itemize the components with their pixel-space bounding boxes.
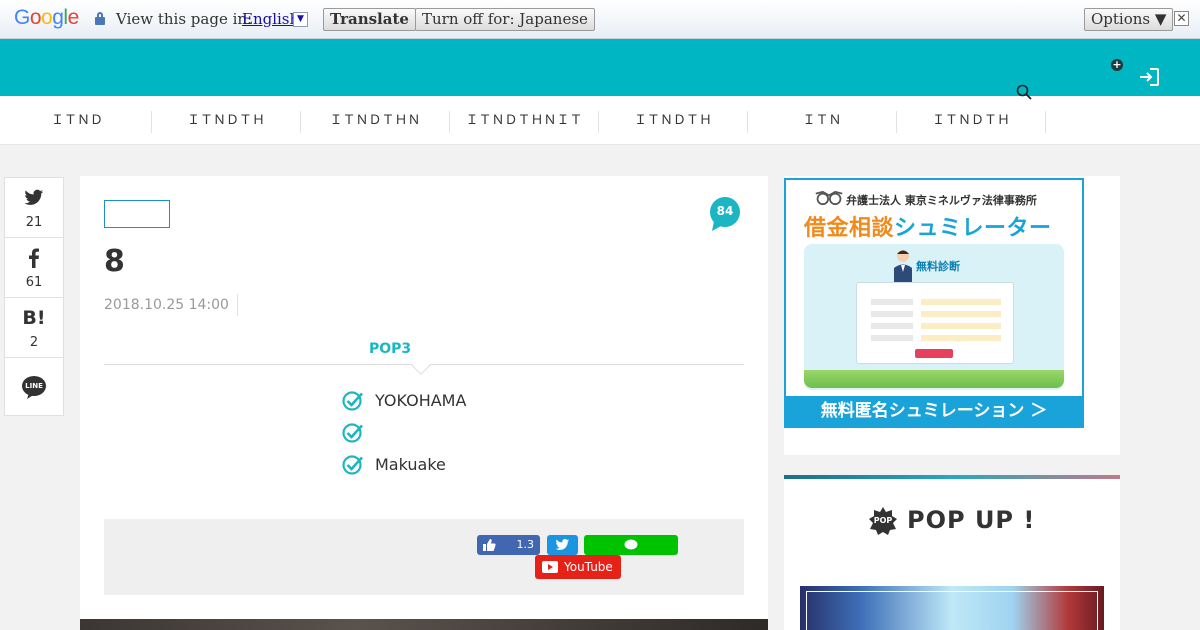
youtube-label: YouTube xyxy=(564,560,613,574)
person-icon xyxy=(894,250,912,282)
hatena-icon: B! xyxy=(22,307,46,329)
nav-item[interactable]: ＩＴＮＤＴＨ xyxy=(897,111,1046,133)
logo-letter: e xyxy=(67,6,80,29)
line-icon xyxy=(624,539,638,550)
ad-headline-b: シュミレーター xyxy=(894,216,1052,241)
logo-letter: o xyxy=(41,6,53,29)
youtube-subscribe-button[interactable]: YouTube xyxy=(535,555,621,579)
pop-heading: POP3 xyxy=(369,341,412,357)
translate-prompt: View this page in: xyxy=(116,10,253,28)
share-sidebar: 21 61 B! 2 LINE xyxy=(4,177,64,416)
comment-count: 84 xyxy=(716,204,734,218)
line-label: LINE xyxy=(25,382,43,390)
google-logo: Google xyxy=(14,6,79,30)
hatena-share[interactable]: B! 2 xyxy=(5,298,63,358)
logo-letter: g xyxy=(52,6,64,29)
logo-letter: o xyxy=(29,6,42,29)
chevron-down-icon[interactable]: ▼ xyxy=(293,12,308,27)
twitter-icon xyxy=(24,189,44,205)
popup-stripe xyxy=(784,475,1120,479)
facebook-share[interactable]: 61 xyxy=(5,238,63,298)
youtube-icon xyxy=(542,561,558,573)
nav-item[interactable]: ＩＴＮＤＴＨＮ xyxy=(301,111,450,133)
nav-item[interactable]: ＩＴＮＤ xyxy=(3,111,152,133)
search-icon[interactable] xyxy=(1016,84,1032,100)
twitter-icon xyxy=(555,539,570,550)
ad-footer-cta[interactable]: 無料匿名シュミレーション ＞ xyxy=(786,396,1082,426)
options-button[interactable]: Options ▼ xyxy=(1084,8,1174,31)
nav-item[interactable]: ＩＴＮＤＴＨ xyxy=(599,111,748,133)
social-share-box xyxy=(104,519,744,595)
twitter-tweet-button[interactable] xyxy=(547,535,578,555)
ad-headline: 借金相談シュミレーター xyxy=(804,210,1052,242)
nav-item[interactable]: ＩＴＮ xyxy=(748,111,897,133)
ad-diagnosis-label: 無料診断 xyxy=(916,260,960,273)
language-select[interactable]: English xyxy=(242,10,299,28)
category-tag[interactable] xyxy=(104,200,170,228)
lock-icon xyxy=(95,12,105,25)
line-share-button[interactable] xyxy=(584,535,678,555)
translate-button[interactable]: Translate xyxy=(323,8,416,31)
check-circle-icon xyxy=(342,423,363,443)
plus-icon[interactable]: + xyxy=(1111,59,1123,71)
article-date: 2018.10.25 14:00 xyxy=(104,297,229,313)
facebook-like-count: 1.3 xyxy=(516,538,535,551)
main-nav: ＩＴＮＤ ＩＴＮＤＴＨ ＩＴＮＤＴＨＮ ＩＴＮＤＴＨＮＩＴ ＩＴＮＤＴＨ ＩＴＮ… xyxy=(0,96,1200,145)
close-icon[interactable]: ✕ xyxy=(1174,11,1189,26)
popup-featured-image[interactable] xyxy=(800,586,1104,630)
line-share[interactable]: LINE xyxy=(5,358,63,418)
facebook-icon xyxy=(29,248,39,268)
owl-logo-icon xyxy=(815,190,843,206)
check-circle-icon xyxy=(342,455,363,475)
twitter-share[interactable]: 21 xyxy=(5,178,63,238)
facebook-count: 61 xyxy=(25,275,43,290)
ad-firm-name: 弁護士法人 東京ミネルヴァ法律事務所 xyxy=(846,194,1037,207)
check-circle-icon xyxy=(342,391,363,411)
article-image xyxy=(80,619,768,630)
facebook-like-button[interactable]: 1.3 xyxy=(477,535,540,555)
ad-illustration: 無料診断 xyxy=(804,244,1064,390)
translate-bar: Google View this page in: English ▼ Tran… xyxy=(0,0,1200,39)
thumbs-up-icon xyxy=(483,539,496,551)
article-title: 8 xyxy=(104,244,125,279)
popup-title: POP UP ! xyxy=(907,506,1036,534)
turn-off-button[interactable]: Turn off for: Japanese xyxy=(415,8,595,31)
logo-letter: G xyxy=(14,6,30,29)
debt-simulator-ad[interactable]: 弁護士法人 東京ミネルヴァ法律事務所 借金相談シュミレーター 無料診断 無料匿名… xyxy=(784,178,1084,428)
checklist-text: Makuake xyxy=(375,455,446,474)
divider xyxy=(237,294,238,316)
pop-badge-text: POP xyxy=(873,516,893,525)
nav-item[interactable]: ＩＴＮＤＴＨ xyxy=(152,111,301,133)
login-icon[interactable] xyxy=(1138,67,1160,87)
twitter-count: 21 xyxy=(25,215,43,230)
checklist-text: YOKOHAMA xyxy=(375,391,467,410)
ad-form-illustration xyxy=(856,282,1014,364)
ad-headline-a: 借金相談 xyxy=(804,216,895,241)
ad-grass xyxy=(804,370,1064,388)
hatena-count: 2 xyxy=(29,335,39,350)
nav-item[interactable]: ＩＴＮＤＴＨＮＩＴ xyxy=(450,111,599,133)
